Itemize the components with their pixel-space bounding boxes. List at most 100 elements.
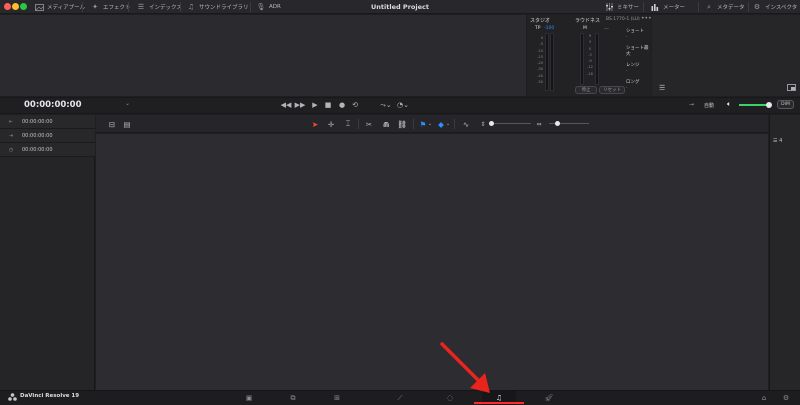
- fast-forward-icon: ▶▶: [294, 101, 306, 109]
- timeline-toolbar-divider: [413, 119, 414, 129]
- toolbar-divider: [128, 2, 129, 12]
- project-manager-button[interactable]: ⌂: [752, 391, 776, 405]
- edit-page-icon: ⊞: [334, 394, 340, 402]
- close-window-button[interactable]: [4, 3, 11, 10]
- page-deliver-button[interactable]: 🚀︎: [532, 391, 566, 405]
- home-icon: ⌂: [761, 394, 767, 402]
- loudness-meter-scale: 9 3 0 -3 -9 -12 -18: [585, 33, 595, 77]
- integrated-dash: —: [604, 26, 609, 32]
- duration-timecode: 00:00:00:00: [22, 146, 53, 153]
- channel-meters-icon[interactable]: ☰ 4: [773, 138, 782, 144]
- page-edit-button[interactable]: ⊞: [320, 391, 354, 405]
- loudness-options-icon[interactable]: •••: [641, 15, 652, 22]
- toolbar-divider: [698, 2, 699, 12]
- reset-button[interactable]: リセット: [599, 86, 625, 94]
- meters-button[interactable]: メーター: [650, 0, 685, 14]
- link-clips-button[interactable]: ⛓: [396, 118, 408, 130]
- timeline-area[interactable]: [96, 134, 768, 390]
- snapping-button[interactable]: ⋒: [380, 118, 392, 130]
- media-pool-button[interactable]: メディアプール: [34, 0, 85, 14]
- index-button[interactable]: ☰ インデックス: [136, 0, 182, 14]
- index-label: インデックス: [149, 5, 182, 11]
- toolbar-divider: [748, 2, 749, 12]
- timecode-dropdown-icon[interactable]: ⌄: [125, 100, 130, 107]
- mixer-button[interactable]: ミキサー: [604, 0, 639, 14]
- page-fusion-button[interactable]: ⟋: [383, 391, 417, 405]
- volume-slider-fill: [739, 104, 769, 106]
- mark-out-row[interactable]: ⇥ 00:00:00:00: [0, 129, 95, 143]
- project-title: Untitled Project: [371, 3, 429, 11]
- loop-button[interactable]: ⟲: [350, 100, 360, 110]
- short-max-value: -: [626, 51, 628, 56]
- record-button[interactable]: ●: [337, 100, 347, 110]
- auto-arrow-icon: →: [689, 101, 695, 108]
- studio-meter-left: [545, 33, 549, 91]
- meters-icon: [650, 3, 660, 12]
- app-name: DaVinci Resolve 19: [20, 393, 80, 399]
- sound-library-button[interactable]: ♫ サウンドライブラリ: [186, 0, 249, 14]
- range-value: -: [626, 68, 628, 73]
- scissors-icon: ✂: [365, 119, 373, 129]
- range-selection-button[interactable]: ✛: [325, 118, 337, 130]
- stop-icon: ■: [324, 101, 332, 109]
- waveform-zoom-button[interactable]: ∿: [459, 118, 473, 130]
- magnet-icon: ⋒: [382, 119, 390, 129]
- index-list-icon: ☰: [137, 3, 145, 11]
- effects-button[interactable]: ✦ エフェクト: [90, 0, 130, 14]
- inspector-label: インスペクタ: [765, 5, 798, 11]
- auto-label[interactable]: 自動: [704, 102, 714, 109]
- pause-button[interactable]: 停止: [575, 86, 597, 94]
- page-media-button[interactable]: ▣: [232, 391, 266, 405]
- vertical-zoom-slider[interactable]: [491, 123, 531, 124]
- rewind-button[interactable]: ◀◀: [281, 100, 292, 110]
- stop-button[interactable]: ■: [323, 100, 333, 110]
- page-cut-button[interactable]: ⧉: [276, 391, 310, 405]
- volume-slider-knob[interactable]: [765, 102, 772, 108]
- metadata-button[interactable]: ⌕ メタデータ: [704, 0, 744, 14]
- horizontal-zoom-knob[interactable]: [555, 121, 560, 126]
- meters-panel: スタジオ TP -100 0 -5 -10 -15 -20 -30 -40 -50 ラウドネス…: [527, 15, 652, 96]
- vertical-zoom-knob[interactable]: [489, 121, 494, 126]
- media-page-icon: ▣: [245, 394, 253, 402]
- fast-forward-button[interactable]: ▶▶: [294, 100, 306, 110]
- studio-label: スタジオ: [530, 18, 551, 24]
- timeline-view-options-button[interactable]: ⊟: [106, 118, 118, 130]
- timeline-toolbar-divider: [454, 119, 455, 129]
- master-timecode[interactable]: 00:00:00:00: [24, 100, 82, 110]
- mixer-faders-icon: [604, 3, 614, 12]
- studio-meter-scale: 0 -5 -10 -15 -20 -30 -40 -50: [533, 35, 543, 85]
- inspector-button[interactable]: ⚙ インスペクタ: [752, 0, 797, 14]
- marker-dropdown[interactable]: ⌄: [445, 118, 451, 130]
- minimize-window-button[interactable]: [12, 3, 19, 10]
- dim-button[interactable]: DIM: [777, 100, 794, 109]
- fullscreen-viewer-icon[interactable]: [787, 84, 796, 92]
- speaker-icon[interactable]: 🔈︎: [727, 100, 731, 109]
- media-pool-label: メディアプール: [47, 5, 86, 11]
- monitor-mode-button[interactable]: ◔⌄: [395, 100, 411, 110]
- flag-dropdown[interactable]: ⌄: [427, 118, 433, 130]
- selection-tool-button[interactable]: ➤: [309, 118, 321, 130]
- sound-library-icon: ♫: [187, 3, 195, 11]
- davinci-logo-icon: [8, 393, 17, 401]
- razor-tool-button[interactable]: ✂: [363, 118, 375, 130]
- adr-button[interactable]: 🎙︎ ADR: [256, 0, 281, 14]
- project-settings-button[interactable]: ⚙: [774, 391, 798, 405]
- m-label: M: [583, 26, 587, 31]
- rocket-icon: 🚀︎: [544, 394, 554, 402]
- long-label: ロング: [626, 80, 640, 85]
- mark-in-row[interactable]: ⇤ 00:00:00:00: [0, 115, 95, 129]
- focus-mode-button[interactable]: ⌶: [341, 118, 355, 130]
- link-chain-icon: ⛓: [397, 119, 407, 129]
- automation-mode-button[interactable]: ⤳⌄: [378, 100, 394, 110]
- panel-settings-icon[interactable]: ☰: [659, 84, 665, 92]
- play-button[interactable]: ▶: [310, 100, 320, 110]
- monitor-icon: ◔⌄: [397, 101, 409, 109]
- mark-out-timecode: 00:00:00:00: [22, 132, 53, 139]
- range-label: レンジ: [626, 63, 640, 68]
- duration-row[interactable]: ◷ 00:00:00:00: [0, 143, 95, 157]
- chevron-down-icon: ⌄: [445, 121, 451, 127]
- meters-label: メーター: [663, 5, 686, 11]
- active-page-indicator: [474, 402, 524, 404]
- track-list-button[interactable]: ▤: [121, 118, 133, 130]
- zoom-window-button[interactable]: [20, 3, 27, 10]
